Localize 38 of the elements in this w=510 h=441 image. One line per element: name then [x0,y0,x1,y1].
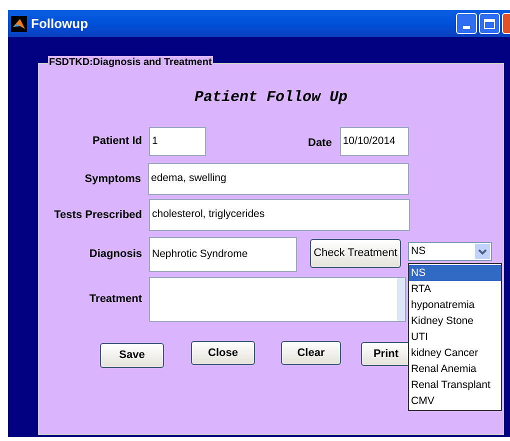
field-label: Date [308,136,332,148]
panel-title: FSDTKD:Diagnosis and Treatment [48,56,213,70]
text-field[interactable]: edema, swelling [148,163,409,195]
dropdown-option[interactable]: UTI [409,329,501,345]
dropdown-option[interactable]: hyponatremia [409,297,501,313]
text-field[interactable]: Nephrotic Syndrome [149,237,297,272]
treatment-field[interactable] [149,277,406,322]
dropdown-option[interactable]: RTA [409,281,501,297]
dropdown[interactable]: NS [408,242,492,261]
dropdown-option[interactable]: Kidney Stone [409,313,501,329]
field-label: Diagnosis [89,247,142,262]
minimize-button[interactable] [456,13,477,34]
text-field[interactable]: cholesterol, triglycerides [149,199,410,231]
text-field[interactable]: 1 [149,127,206,156]
app-icon [11,16,27,32]
field-label: Tests Prescribed [54,208,142,223]
dropdown-option[interactable]: kidney Cancer [409,345,501,361]
minimize-icon [463,26,470,29]
chevron-icon [475,244,490,259]
field-label: Symptoms [84,172,141,187]
dropdown-option[interactable]: Renal Anemia [409,361,501,377]
dropdown-option[interactable]: CMV [409,393,501,409]
action-button[interactable]: Close [191,341,255,365]
dropdown-option[interactable]: NS [409,265,501,281]
maximize-button[interactable] [479,13,500,34]
action-button[interactable]: Save [100,343,164,368]
window-title: Followup [31,14,88,33]
text-field[interactable]: 10/10/2014 [340,127,409,156]
action-button[interactable]: Clear [281,341,341,365]
maximize-icon [484,18,495,28]
action-button[interactable]: Print [361,342,411,366]
heading: Patient Follow Up [194,88,348,108]
field-label: Patient Id [92,134,142,150]
check-treatment-button[interactable]: Check Treatment [310,239,401,268]
scrollbar [397,278,405,321]
field-label: Treatment [89,292,142,308]
dropdown-option[interactable]: Renal Transplant [409,377,501,393]
close-button[interactable] [502,13,510,34]
